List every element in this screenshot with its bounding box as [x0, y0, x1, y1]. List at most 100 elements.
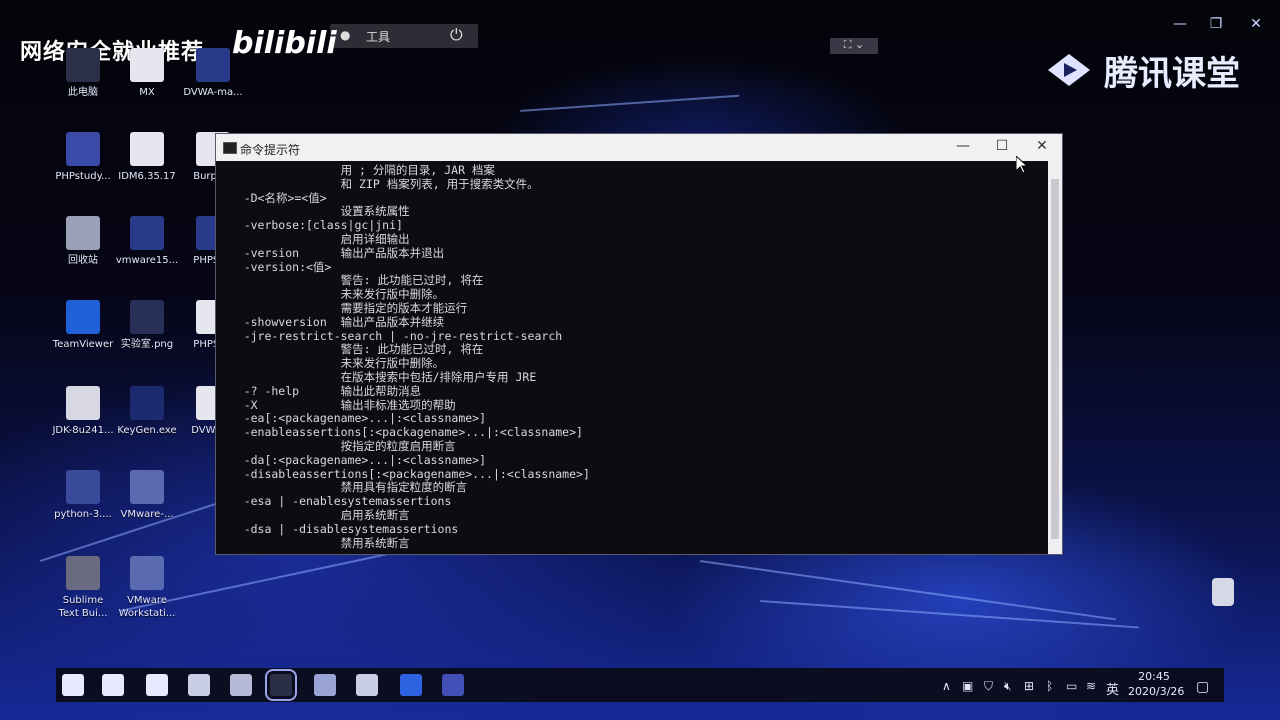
desktop-icon[interactable]: 实验室.png [112, 300, 182, 351]
cmd-output-line: 用 ; 分隔的目录, JAR 档案 [216, 163, 495, 177]
desktop-icon[interactable]: python-3.... [48, 470, 118, 521]
cmd-app-icon [223, 142, 237, 154]
desktop-background: — ❐ ✕ ⛶ ⌄ ● 工具 ⏻ 网络安全就业推荐 bilibili 腾讯课堂 … [0, 0, 1280, 720]
taskbar-clock[interactable]: 20:45 2020/3/26 [1128, 669, 1184, 699]
file-icon [130, 48, 164, 82]
outer-maximize-button[interactable]: ❐ [1206, 16, 1226, 32]
cmd-output-line: -version:<值> [216, 259, 332, 274]
desktop-icon-label: VMware-... [120, 509, 174, 520]
desktop-icon-label: IDM6.35.17 [118, 171, 176, 182]
python-icon [66, 470, 100, 504]
computer-icon [66, 48, 100, 82]
desktop-icon[interactable]: KeyGen.exe [112, 386, 182, 437]
phpstudy-icon[interactable] [442, 674, 464, 696]
cmd-output-line: 和 ZIP 档案列表, 用于搜索类文件。 [216, 176, 539, 191]
zip-icon [196, 48, 230, 82]
side-widget-icon[interactable] [1212, 578, 1234, 606]
desktop-icon-label: PHPstudy... [55, 171, 111, 182]
outer-toolbar-toggle[interactable]: ⛶ ⌄ [830, 38, 878, 54]
teamviewer-icon[interactable] [400, 674, 422, 696]
desktop-icon[interactable]: 此电脑 [48, 48, 118, 99]
cmd-output-line: -X 输出非标准选项的帮助 [216, 397, 456, 412]
notepad-icon[interactable] [230, 674, 252, 696]
cmd-output-line: -version 输出产品版本并退出 [216, 245, 445, 260]
windows-start-icon[interactable] [62, 674, 84, 696]
desktop-icon-label: python-3.... [54, 509, 112, 520]
cmd-output-line: 在版本搜索中包括/排除用户专用 JRE [216, 370, 537, 384]
cmd-minimize-button[interactable]: — [948, 138, 978, 158]
cmd-output-line: -dsa | -disablesystemassertions [216, 521, 459, 536]
tencent-classroom-logo-icon [1048, 54, 1090, 86]
taskbar: ∧ ▣ ⛉ 🔇︎ ⊞ ᛒ ▭ ≋ 英 ▢ [56, 668, 1224, 702]
tray-network-icon[interactable]: ▣ [962, 679, 973, 693]
tencent-classroom-logo: 腾讯课堂 [1104, 54, 1240, 94]
zip-icon [130, 216, 164, 250]
vmware-icon [130, 470, 164, 504]
recycle-bin-icon [66, 216, 100, 250]
tray-expand-icon[interactable]: ∧ [942, 679, 951, 693]
desktop-icon-label: Sublime Text Bui... [58, 595, 108, 619]
cmd-close-button[interactable]: ✕ [1027, 138, 1057, 158]
cmd-title-bar[interactable]: 命令提示符 — ☐ ✕ [216, 134, 1062, 161]
recording-toolbar: ● 工具 ⏻ [330, 24, 478, 48]
cmd-scrollbar-thumb[interactable] [1051, 179, 1059, 539]
desktop-icon[interactable]: TeamViewer [48, 300, 118, 351]
desktop-icon[interactable]: Sublime Text Bui... [48, 556, 118, 620]
cmd-window[interactable]: 命令提示符 — ☐ ✕ 用 ; 分隔的目录, JAR 档案 和 ZIP 档案列表… [215, 133, 1063, 555]
cmd-output-line: 警告: 此功能已过时, 将在 [216, 342, 484, 357]
desktop-icon[interactable]: JDK-8u241... [48, 386, 118, 437]
outer-minimize-button[interactable]: — [1170, 16, 1190, 32]
tray-ime-icon[interactable]: ⊞ [1024, 679, 1034, 693]
tray-volume-icon[interactable]: 🔇︎ [1004, 679, 1012, 694]
tray-display-icon[interactable]: ▭ [1066, 679, 1077, 693]
desktop-icon[interactable]: VMware-... [112, 470, 182, 521]
desktop-icon[interactable]: DVWA-ma... [178, 48, 248, 99]
recording-toolbar-label[interactable]: 工具 [366, 28, 390, 45]
tray-shield-icon[interactable]: ⛉ [984, 679, 993, 694]
cmd-output-line: 禁用具有指定粒度的断言 [216, 480, 468, 495]
file-icon [130, 132, 164, 166]
desktop-icon-label: MX [139, 87, 155, 98]
cmd-scrollbar[interactable] [1048, 161, 1062, 554]
desktop-icon-label: KeyGen.exe [117, 425, 177, 436]
outer-close-button[interactable]: ✕ [1246, 16, 1266, 32]
cmd-output-line: -D<名称>=<值> [216, 190, 327, 205]
mouse-cursor-icon [1016, 156, 1028, 174]
cmd-output-line: 启用详细输出 [216, 232, 410, 246]
desktop-icon[interactable]: VMware Workstati... [112, 556, 182, 620]
teamviewer-icon [66, 300, 100, 334]
cmd-output-line: -disableassertions[:<packagename>...|:<c… [216, 466, 590, 481]
java-icon [66, 386, 100, 420]
record-dot-icon[interactable]: ● [340, 28, 350, 42]
cmd-output-line: -verbose:[class|gc|jni] [216, 218, 403, 233]
desktop-icon-label: DVWA-ma... [183, 87, 243, 98]
cmd-output-line: 警告: 此功能已过时, 将在 [216, 273, 484, 288]
cmd-output[interactable]: 用 ; 分隔的目录, JAR 档案 和 ZIP 档案列表, 用于搜索类文件。 -… [216, 161, 1046, 554]
notification-center-icon[interactable]: ▢ [1196, 679, 1209, 695]
desktop-icon[interactable]: PHPstudy... [48, 132, 118, 183]
cmd-output-line: -esa | -enablesystemassertions [216, 494, 452, 509]
cmd-output-line: 未来发行版中删除。 [216, 287, 445, 302]
tray-wifi-icon[interactable]: ≋ [1086, 679, 1096, 693]
power-icon[interactable]: ⏻ [450, 25, 463, 45]
phpstudy-icon [66, 132, 100, 166]
cmd-icon[interactable] [265, 669, 297, 701]
desktop-icon-label: JDK-8u241... [52, 425, 114, 436]
tray-ime-language[interactable]: 英 [1106, 679, 1119, 698]
cmd-maximize-button[interactable]: ☐ [987, 138, 1017, 158]
desktop-icon[interactable]: IDM6.35.17 [112, 132, 182, 183]
desktop-icon[interactable]: 回收站 [48, 216, 118, 267]
desktop-icon[interactable]: MX [112, 48, 182, 99]
search-icon[interactable] [102, 674, 124, 696]
cmd-output-line: -? -help 输出此帮助消息 [216, 383, 422, 398]
screenshot-icon[interactable] [356, 674, 378, 696]
task-view-icon[interactable] [146, 674, 168, 696]
chrome-icon[interactable] [188, 674, 210, 696]
cmd-output-line: 未来发行版中删除。 [216, 356, 445, 371]
sublime-icon [66, 556, 100, 590]
tray-bluetooth-icon[interactable]: ᛒ [1046, 679, 1053, 693]
cmd-output-line: -da[:<packagename>...|:<classname>] [216, 452, 487, 467]
desktop-icon-label: 回收站 [68, 255, 98, 266]
vmware-icon[interactable] [314, 674, 336, 696]
desktop-icon[interactable]: vmware15... [112, 216, 182, 267]
